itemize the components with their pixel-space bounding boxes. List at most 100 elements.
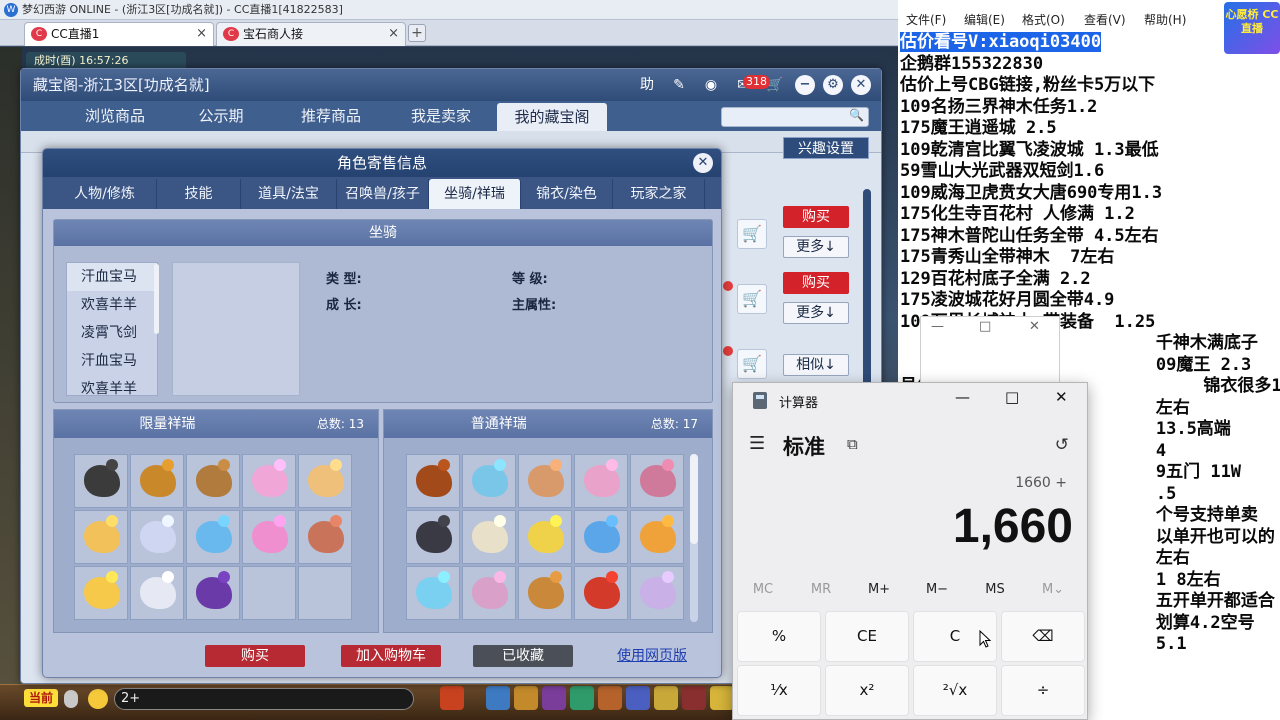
memory-recall-button[interactable]: MR bbox=[793, 582, 849, 597]
square-root-button[interactable]: ²√x bbox=[913, 665, 997, 716]
xiangrui-slot[interactable] bbox=[462, 510, 516, 564]
xiangrui-slot[interactable] bbox=[74, 566, 128, 620]
close-icon[interactable]: ✕ bbox=[1029, 319, 1040, 334]
buy-button[interactable]: 购买 bbox=[783, 272, 849, 294]
list-item[interactable]: 欢喜羊羊 bbox=[67, 375, 157, 395]
buy-button[interactable]: 购买 bbox=[783, 206, 849, 228]
hamburger-menu-icon[interactable]: ☰ bbox=[749, 433, 765, 454]
reciprocal-button[interactable]: ¹⁄x bbox=[737, 665, 821, 716]
xiangrui-slot[interactable] bbox=[406, 566, 460, 620]
chat-channel-button[interactable]: 当前 bbox=[24, 689, 58, 707]
close-icon[interactable]: ✕ bbox=[693, 153, 713, 173]
close-icon[interactable]: ✕ bbox=[1055, 388, 1068, 406]
game-menu-icon[interactable] bbox=[440, 686, 464, 710]
emoji-icon[interactable] bbox=[88, 689, 108, 709]
xiangrui-slot[interactable] bbox=[630, 566, 684, 620]
xiangrui-slot[interactable] bbox=[574, 510, 628, 564]
browser-tab-gem-merchant[interactable]: C 宝石商人接 × bbox=[216, 22, 406, 46]
xiangrui-slot[interactable] bbox=[74, 510, 128, 564]
xiangrui-slot[interactable] bbox=[406, 510, 460, 564]
buy-button[interactable]: 购买 bbox=[205, 645, 305, 667]
tab-home[interactable]: 玩家之家 bbox=[613, 179, 705, 209]
add-to-cart-button[interactable]: 加入购物车 bbox=[341, 645, 441, 667]
record-icon[interactable]: ◉ bbox=[699, 74, 723, 96]
xiangrui-slot[interactable] bbox=[130, 510, 184, 564]
game-menu-icon[interactable] bbox=[626, 686, 650, 710]
menu-help[interactable]: 帮助(H) bbox=[1144, 9, 1186, 31]
percent-button[interactable]: % bbox=[737, 611, 821, 662]
xiangrui-slot[interactable] bbox=[298, 510, 352, 564]
close-icon[interactable]: × bbox=[388, 23, 399, 45]
xiangrui-slot[interactable] bbox=[298, 454, 352, 508]
gear-icon[interactable]: ⚙ bbox=[823, 75, 843, 95]
divide-button[interactable]: ÷ bbox=[1001, 665, 1085, 716]
maximize-icon[interactable]: □ bbox=[1005, 388, 1019, 406]
more-button[interactable]: 更多↓ bbox=[783, 236, 849, 258]
interest-settings-button[interactable]: 兴趣设置 bbox=[783, 137, 869, 159]
xiangrui-slot[interactable] bbox=[242, 510, 296, 564]
nav-seller[interactable]: 我是卖家 bbox=[391, 101, 491, 131]
minimize-icon[interactable]: − bbox=[795, 75, 815, 95]
help-button[interactable]: 助 bbox=[635, 74, 659, 96]
history-icon[interactable]: ↺ bbox=[1055, 435, 1069, 455]
browser-tab-cc-live[interactable]: C CC直播1 × bbox=[24, 22, 214, 46]
minimize-icon[interactable]: — bbox=[931, 319, 944, 334]
tab-skills[interactable]: 技能 bbox=[157, 179, 241, 209]
scrollbar[interactable] bbox=[690, 454, 698, 622]
close-icon[interactable]: ✕ bbox=[851, 75, 871, 95]
xiangrui-slot[interactable] bbox=[74, 454, 128, 508]
tab-character[interactable]: 人物/修炼 bbox=[53, 179, 157, 209]
xiangrui-slot[interactable] bbox=[406, 454, 460, 508]
game-menu-icon[interactable] bbox=[486, 686, 510, 710]
tab-items[interactable]: 道具/法宝 bbox=[241, 179, 337, 209]
cart-icon[interactable]: 🛒 bbox=[737, 284, 767, 314]
xiangrui-slot[interactable] bbox=[518, 454, 572, 508]
search-input[interactable]: 🔍 bbox=[721, 107, 869, 127]
memory-subtract-button[interactable]: M− bbox=[909, 582, 965, 597]
xiangrui-slot[interactable] bbox=[574, 454, 628, 508]
memory-clear-button[interactable]: MC bbox=[735, 582, 791, 597]
close-icon[interactable]: × bbox=[196, 23, 207, 45]
new-tab-button[interactable]: + bbox=[408, 24, 426, 42]
keep-on-top-icon[interactable]: ⧉ bbox=[847, 435, 858, 453]
game-menu-icon[interactable] bbox=[542, 686, 566, 710]
game-menu-icon[interactable] bbox=[514, 686, 538, 710]
game-menu-icon[interactable] bbox=[570, 686, 594, 710]
pin-icon[interactable]: ✎ bbox=[667, 74, 691, 96]
xiangrui-slot[interactable] bbox=[186, 510, 240, 564]
xiangrui-slot[interactable] bbox=[630, 510, 684, 564]
nav-browse[interactable]: 浏览商品 bbox=[65, 101, 165, 131]
xiangrui-slot[interactable] bbox=[130, 566, 184, 620]
nav-announcement[interactable]: 公示期 bbox=[171, 101, 271, 131]
xiangrui-slot[interactable] bbox=[186, 454, 240, 508]
similar-button[interactable]: 相似↓ bbox=[783, 354, 849, 376]
chat-input[interactable]: 2+ bbox=[114, 688, 414, 710]
collected-button[interactable]: 已收藏 bbox=[473, 645, 573, 667]
square-button[interactable]: x² bbox=[825, 665, 909, 716]
microphone-icon[interactable] bbox=[64, 690, 78, 708]
xiangrui-slot[interactable] bbox=[130, 454, 184, 508]
minimize-icon[interactable]: — bbox=[955, 388, 970, 406]
clear-entry-button[interactable]: CE bbox=[825, 611, 909, 662]
xiangrui-slot[interactable] bbox=[462, 454, 516, 508]
xiangrui-slot[interactable] bbox=[630, 454, 684, 508]
backspace-button[interactable]: ⌫ bbox=[1001, 611, 1085, 662]
xiangrui-slot[interactable] bbox=[518, 566, 572, 620]
more-button[interactable]: 更多↓ bbox=[783, 302, 849, 324]
menu-file[interactable]: 文件(F) bbox=[906, 9, 946, 31]
nav-recommend[interactable]: 推荐商品 bbox=[281, 101, 381, 131]
tab-summons[interactable]: 召唤兽/孩子 bbox=[337, 179, 429, 209]
list-item[interactable]: 凌霄飞剑 bbox=[67, 319, 157, 347]
nav-my-treasure[interactable]: 我的藏宝阁 bbox=[497, 103, 607, 131]
maximize-icon[interactable]: □ bbox=[979, 319, 991, 334]
cart-icon[interactable]: 🛒 bbox=[737, 219, 767, 249]
game-menu-icon[interactable] bbox=[654, 686, 678, 710]
game-menu-icon[interactable] bbox=[682, 686, 706, 710]
memory-add-button[interactable]: M+ bbox=[851, 582, 907, 597]
scrollbar[interactable] bbox=[154, 264, 159, 334]
game-menu-icon[interactable] bbox=[598, 686, 622, 710]
xiangrui-slot[interactable] bbox=[518, 510, 572, 564]
xiangrui-slot[interactable] bbox=[462, 566, 516, 620]
memory-list-button[interactable]: M⌄ bbox=[1025, 582, 1081, 597]
cart-icon[interactable]: 🛒 bbox=[737, 349, 767, 379]
